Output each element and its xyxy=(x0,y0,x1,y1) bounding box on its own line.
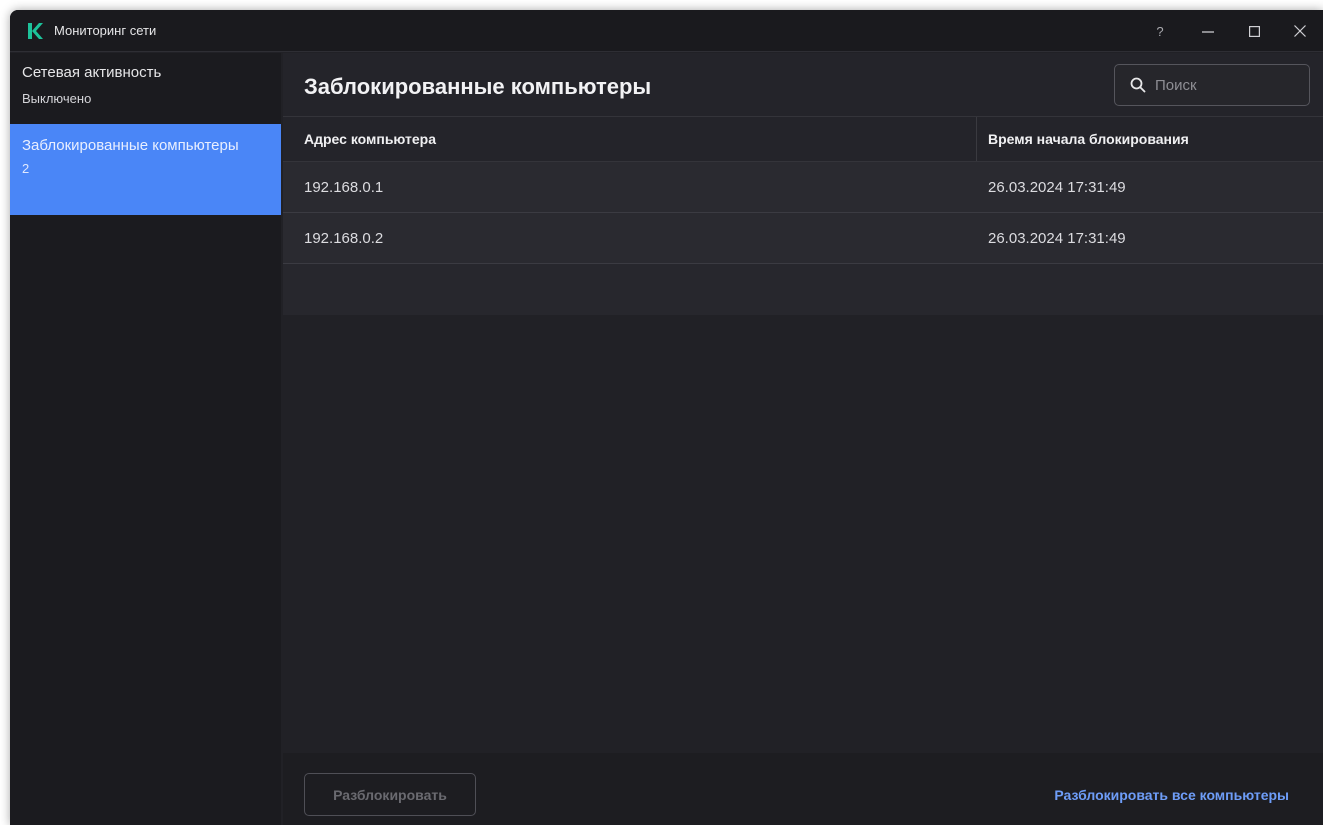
window-controls: ? xyxy=(1137,10,1323,52)
sidebar-item-label: Заблокированные компьютеры xyxy=(22,137,239,154)
sidebar-item-blocked-computers[interactable]: Заблокированные компьютеры 2 xyxy=(10,124,281,215)
column-header-address[interactable]: Адрес компьютера xyxy=(283,117,977,161)
footer-bar: Разблокировать Разблокировать все компью… xyxy=(283,753,1323,825)
sidebar: Сетевая активность Выключено Заблокирова… xyxy=(10,53,281,825)
close-icon xyxy=(1294,25,1306,37)
maximize-icon xyxy=(1248,25,1260,37)
sidebar-item-network-activity[interactable]: Сетевая активность Выключено xyxy=(10,53,281,124)
cell-address: 192.168.0.2 xyxy=(304,229,384,247)
cell-block-time: 26.03.2024 17:31:49 xyxy=(988,229,1126,247)
search-placeholder: Поиск xyxy=(1155,76,1197,94)
cell-address: 192.168.0.1 xyxy=(304,178,384,196)
page-title: Заблокированные компьютеры xyxy=(304,74,652,99)
minimize-button[interactable] xyxy=(1185,10,1231,52)
search-icon xyxy=(1130,77,1146,93)
minimize-icon xyxy=(1202,31,1214,33)
sidebar-item-count: 2 xyxy=(22,161,30,176)
title-bar: Мониторинг сети ? xyxy=(10,10,1323,52)
window-title: Мониторинг сети xyxy=(54,23,157,38)
close-button[interactable] xyxy=(1277,10,1323,52)
main-panel: Заблокированные компьютеры Поиск Адрес к… xyxy=(283,53,1323,825)
sidebar-item-label: Сетевая активность xyxy=(22,64,162,81)
table-empty-area xyxy=(283,315,1323,753)
main-header: Заблокированные компьютеры Поиск xyxy=(283,53,1323,117)
app-window: Мониторинг сети ? Сетевая активность Вык… xyxy=(10,10,1323,825)
help-icon: ? xyxy=(1156,23,1164,39)
cell-block-time: 26.03.2024 17:31:49 xyxy=(988,178,1126,196)
table-row[interactable]: 192.168.0.1 26.03.2024 17:31:49 xyxy=(283,162,1323,213)
table-row[interactable]: 192.168.0.2 26.03.2024 17:31:49 xyxy=(283,213,1323,264)
column-header-block-time[interactable]: Время начала блокирования xyxy=(977,117,1189,161)
search-input[interactable]: Поиск xyxy=(1114,64,1310,106)
sidebar-item-status: Выключено xyxy=(22,91,92,106)
unblock-button[interactable]: Разблокировать xyxy=(304,773,476,816)
help-button[interactable]: ? xyxy=(1137,10,1183,52)
maximize-button[interactable] xyxy=(1231,10,1277,52)
table-header: Адрес компьютера Время начала блокирован… xyxy=(283,117,1323,162)
unblock-all-link[interactable]: Разблокировать все компьютеры xyxy=(1054,787,1289,803)
kaspersky-logo-icon xyxy=(25,21,45,41)
